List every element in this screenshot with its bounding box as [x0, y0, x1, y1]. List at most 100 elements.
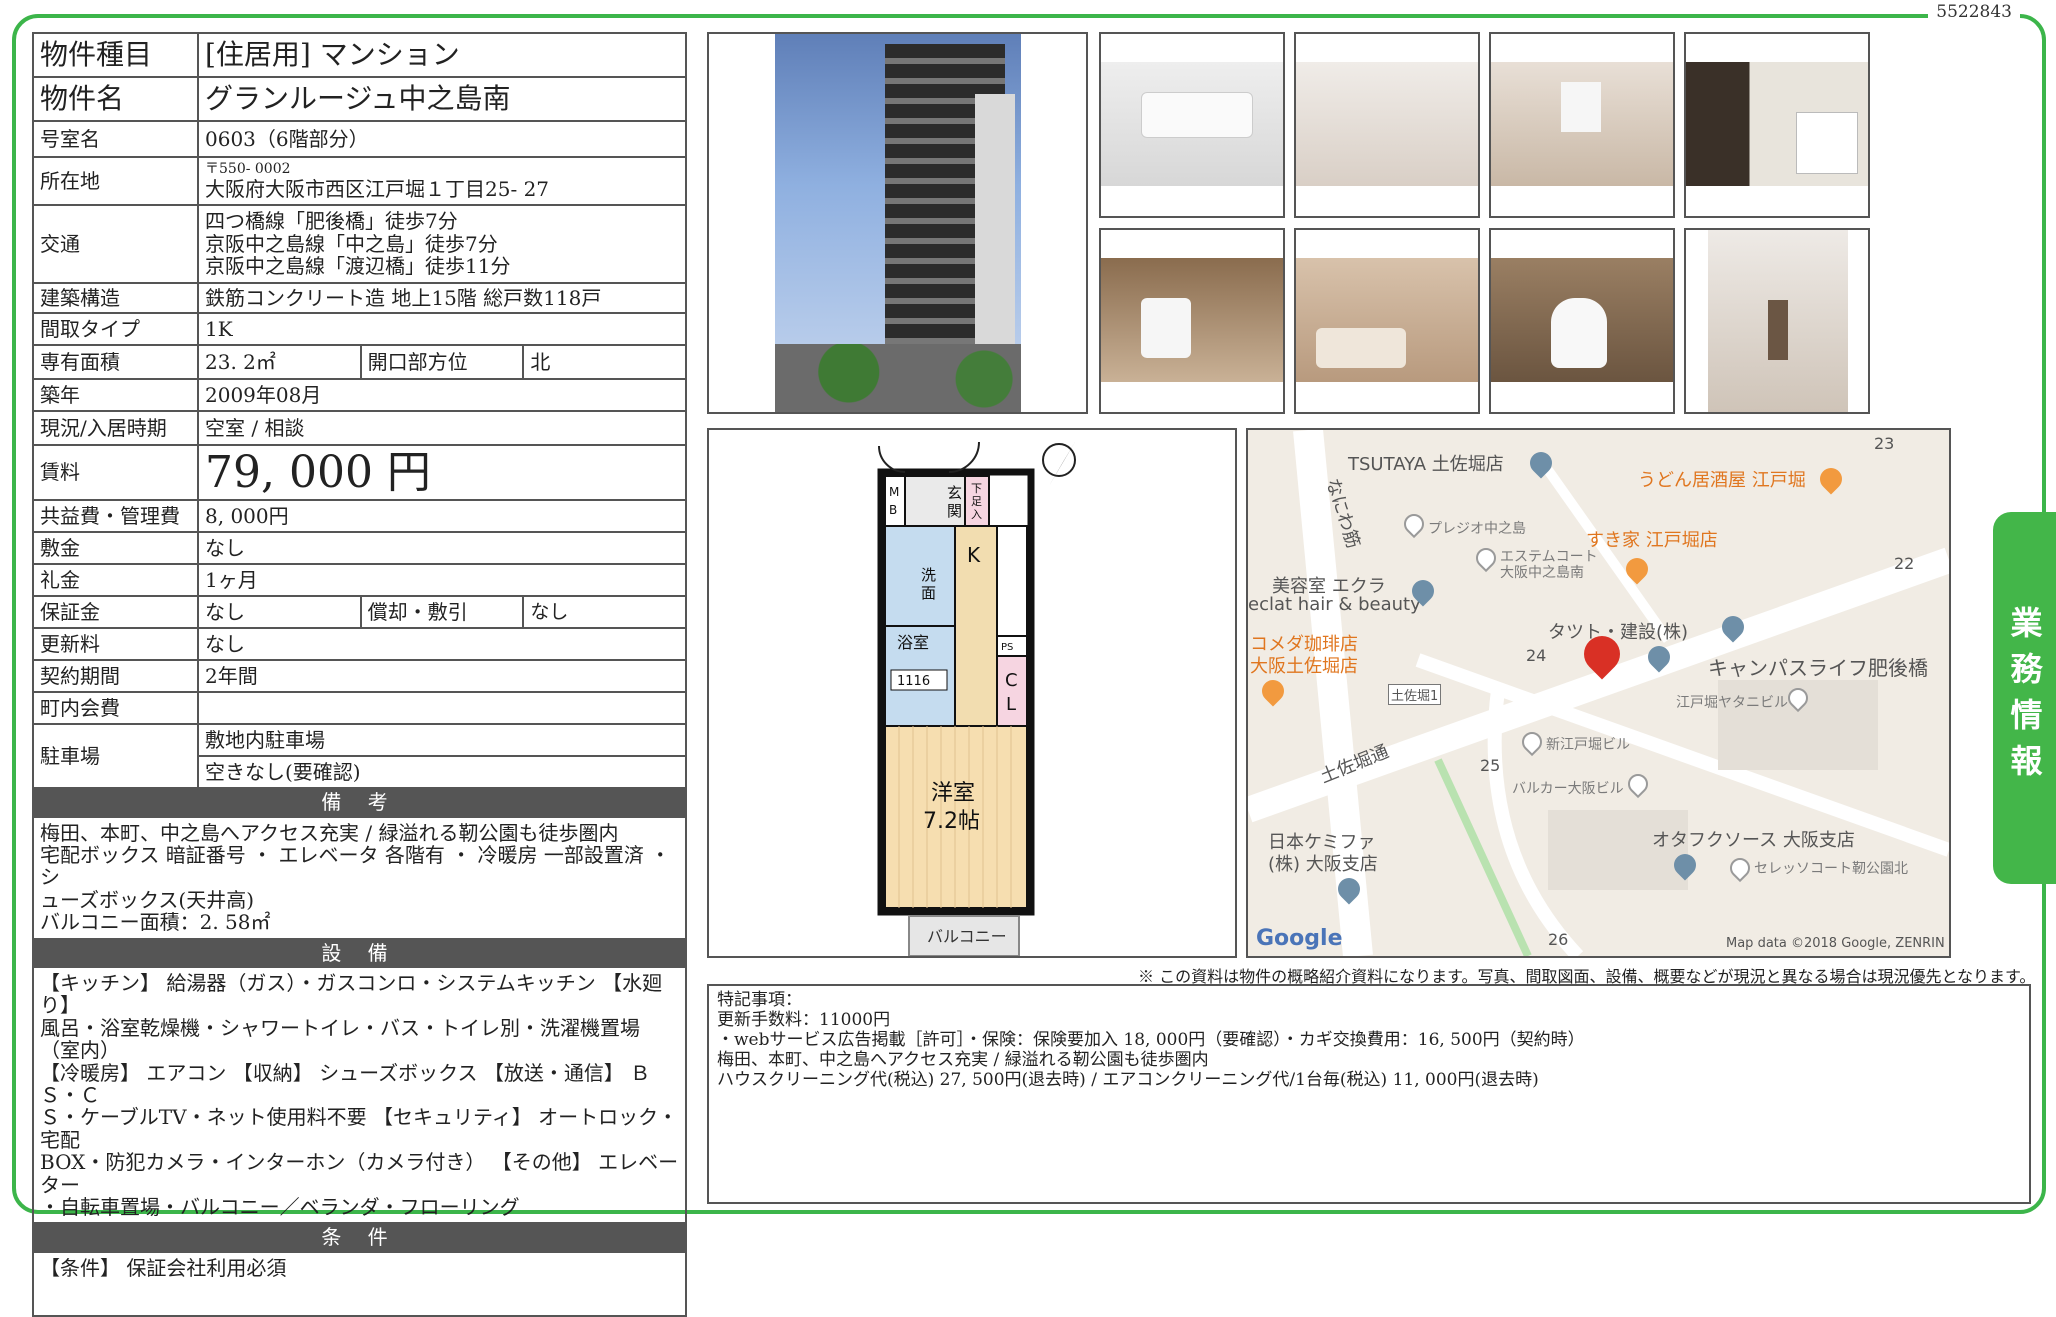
map-label: 新江戸堀ビル [1546, 737, 1630, 753]
fee-value: 8, 000円 [197, 499, 687, 534]
map-label: セレッソコート靭公園北 [1754, 861, 1908, 877]
remarks-title: 備 考 [32, 787, 687, 818]
equipment-line: 風呂・浴室乾燥機・シャワートイレ・バス・トイレ別・洗濯機置場（室内） [40, 1015, 640, 1063]
transport-label: 交通 [32, 204, 199, 284]
direction-label: 開口部方位 [359, 344, 525, 380]
address-zip: 〒550- 0002 [205, 160, 291, 177]
status-value: 空室 / 相談 [197, 410, 687, 446]
business-info-tab-label: 業務情報 [2005, 606, 2044, 790]
svg-text:B: B [889, 503, 897, 517]
map-block-number: 23 [1874, 434, 1895, 453]
floor-plan[interactable]: M B 玄 関 下 足 入 K 洗 面 浴室 1116 PS C L 洋室 7.… [707, 428, 1237, 958]
location-map[interactable]: TSUTAYA 土佐堀店 うどん居酒屋 江戸堀 プレジオ中之島 エステムコート … [1246, 428, 1951, 958]
photo-thumb-bath[interactable] [1294, 228, 1480, 414]
plan-label-bath: 浴室 [897, 633, 929, 652]
thumb-image [1686, 62, 1868, 186]
sink [1141, 298, 1191, 358]
photo-thumb-aircon[interactable] [1099, 32, 1285, 218]
conditions-title: 条 件 [32, 1222, 687, 1253]
contract-value: 2年間 [197, 659, 687, 694]
notes-line: 更新手数料：11000円 [717, 1010, 891, 1031]
building-photo[interactable] [707, 32, 1088, 414]
plan-label-bath-size: 1116 [897, 674, 930, 689]
map-block-number: 26 [1548, 930, 1569, 949]
notes-line: ハウスクリーニング代(税込) 27, 500円(退去時) / エアコンクリーニン… [717, 1070, 1539, 1091]
plan-label-room-size: 7.2帖 [923, 809, 980, 834]
parking-label: 駐車場 [32, 723, 199, 790]
renewal-label: 更新料 [32, 627, 199, 662]
address-value: 大阪府大阪市西区江戸堀１丁目25- 27 [205, 176, 550, 201]
plan-label-genkan: 玄 [947, 484, 962, 502]
map-label: eclat hair & beauty [1248, 594, 1421, 615]
photo-thumb-room-1[interactable] [1294, 32, 1480, 218]
town-fee-value [197, 691, 687, 726]
floor-plan-drawing: M B 玄 関 下 足 入 K 洗 面 浴室 1116 PS C L 洋室 7.… [877, 441, 1076, 957]
toilet [1551, 298, 1607, 368]
hallway-door [1768, 300, 1788, 360]
contract-label: 契約期間 [32, 659, 199, 694]
amort-value: なし [522, 595, 687, 630]
key-money-label: 礼金 [32, 563, 199, 598]
name-value: グランルージュ中之島南 [197, 76, 687, 122]
town-fee-label: 町内会費 [32, 691, 199, 726]
transport-line: 京阪中之島線「中之島」徒歩7分 [205, 231, 498, 256]
guarantee-value: なし [197, 595, 362, 630]
photo-thumb-washroom[interactable] [1099, 228, 1285, 414]
street-trees [775, 344, 1021, 412]
amort-label: 償却・敷引 [359, 595, 525, 630]
built-value: 2009年08月 [197, 378, 687, 412]
map-label: バルカー大阪ビル [1512, 781, 1624, 797]
equipment-line: BOX・防犯カメラ・インターホン（カメラ付き） 【その他】 エレベーター [40, 1150, 679, 1197]
svg-text:足: 足 [971, 495, 982, 508]
plan-label-mb: M [889, 485, 899, 499]
remarks-line: 梅田、本町、中之島へアクセス充実 / 緑溢れる靭公園も徒歩圏内 [40, 820, 619, 845]
map-label: すき家 江戸堀店 [1586, 530, 1718, 551]
room-label: 号室名 [32, 120, 199, 158]
map-label: TSUTAYA 土佐堀店 [1348, 454, 1504, 475]
svg-text:入: 入 [971, 508, 982, 521]
transport-line: 四つ橋線「肥後橋」徒歩7分 [205, 209, 458, 234]
photo-thumb-room-2[interactable] [1489, 32, 1675, 218]
conditions-body: 【条件】 保証会社利用必須 [32, 1250, 687, 1317]
photo-thumb-kitchen[interactable] [1684, 32, 1870, 218]
plan-label-ps: PS [1001, 642, 1013, 653]
address-label: 所在地 [32, 156, 199, 206]
thumb-image [1101, 258, 1283, 382]
document-number: 5522843 [1928, 2, 2020, 22]
notes-line: 特記事項： [717, 990, 802, 1010]
map-label: (株) 大阪支店 [1268, 854, 1378, 875]
status-label: 現況/入居時期 [32, 410, 199, 446]
thumb-image [1491, 62, 1673, 186]
thumb-image [1101, 62, 1283, 186]
aircon-unit [1141, 92, 1253, 138]
equipment-line: 【キッチン】 給湯器（ガス）・ガスコンロ・システムキッチン 【水廻り】 [40, 971, 663, 1018]
svg-text:L: L [1006, 694, 1016, 715]
equipment-line: 【冷暖房】 エアコン 【収納】 シューズボックス 【放送・通信】 ＢＳ・Ｃ [40, 1060, 651, 1107]
fee-label: 共益費・管理費 [32, 499, 199, 534]
map-label: キャンパスライフ肥後橋 [1708, 656, 1928, 680]
renewal-value: なし [197, 627, 687, 662]
svg-text:面: 面 [921, 584, 936, 602]
map-label: プレジオ中之島 [1428, 521, 1526, 537]
layout-label: 間取タイプ [32, 312, 199, 346]
plan-label-kitchen: K [967, 543, 981, 567]
equipment-line: Ｓ・ケーブルTV・ネット使用料不要 【セキュリティ】 オートロック・宅配 [40, 1105, 678, 1152]
remarks-body: 梅田、本町、中之島へアクセス充実 / 緑溢れる靭公園も徒歩圏内 宅配ボックス 暗… [32, 815, 687, 940]
map-label: 大阪中之島南 [1500, 565, 1584, 581]
google-logo: Google [1256, 926, 1343, 951]
plan-label-balcony: バルコニー [927, 927, 1007, 946]
structure-value: 鉄筋コンクリート造 地上15階 総戸数118戸 [197, 282, 687, 314]
parking-value-2: 空きなし(要確認) [197, 755, 687, 790]
map-block-number: 22 [1894, 554, 1915, 573]
svg-text:関: 関 [947, 502, 962, 520]
business-info-tab[interactable]: 業務情報 [1993, 512, 2056, 884]
notes-line: ・webサービス広告掲載［許可］・保険：保険要加入 18, 000円（要確認）・… [717, 1030, 1585, 1051]
rent-value: 79, 000 円 [197, 443, 687, 502]
area-value: 23. 2㎡ [197, 344, 362, 380]
property-table: 物件種目 [住居用] マンション 物件名 グランルージュ中之島南 号室名 060… [32, 32, 687, 1317]
building-image [775, 34, 1021, 412]
photo-thumb-toilet[interactable] [1489, 228, 1675, 414]
thumb-image [1491, 258, 1673, 382]
photo-thumb-hallway[interactable] [1684, 228, 1870, 414]
type-label: 物件種目 [32, 32, 199, 78]
